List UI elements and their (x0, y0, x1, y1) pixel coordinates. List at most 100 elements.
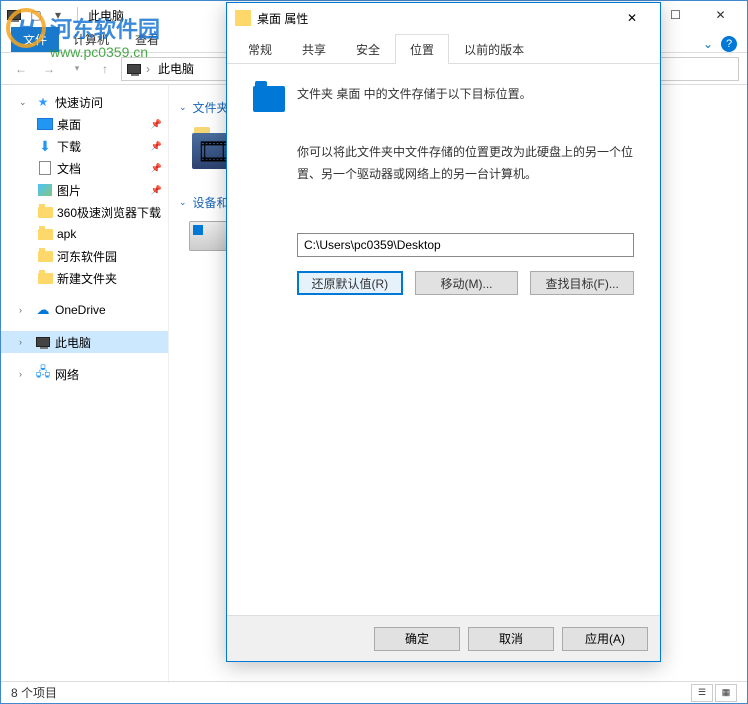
nav-label: 新建文件夹 (57, 270, 117, 287)
nav-back-button[interactable]: ← (9, 57, 33, 81)
dialog-close-button[interactable]: ✕ (612, 4, 652, 32)
find-target-button[interactable]: 查找目标(F)... (530, 271, 634, 295)
tab-general[interactable]: 常规 (233, 34, 287, 64)
nav-label: 网络 (55, 366, 79, 383)
tab-security[interactable]: 安全 (341, 34, 395, 64)
pin-icon: 📌 (151, 141, 162, 152)
tab-location[interactable]: 位置 (395, 34, 449, 64)
cancel-button[interactable]: 取消 (468, 627, 554, 651)
ribbon-file-tab[interactable]: 文件 (11, 27, 59, 52)
location-buttons: 还原默认值(R) 移动(M)... 查找目标(F)... (297, 271, 634, 295)
ribbon-expand-icon[interactable]: ⌄ (703, 37, 713, 51)
nav-label: 此电脑 (55, 334, 91, 351)
status-text: 8 个项目 (11, 684, 57, 701)
nav-item-folder[interactable]: 新建文件夹 (1, 267, 168, 289)
quick-access-toolbar: ▢ ▾ 此电脑 (5, 6, 124, 24)
expand-icon[interactable]: › (19, 305, 31, 315)
restore-default-button[interactable]: 还原默认值(R) (297, 271, 403, 295)
apply-button[interactable]: 应用(A) (562, 627, 648, 651)
folder-icon (37, 270, 53, 286)
picture-icon (37, 182, 53, 198)
breadcrumb-separator-icon: › (146, 62, 150, 76)
nav-up-button[interactable]: ↑ (93, 57, 117, 81)
nav-label: OneDrive (55, 303, 106, 317)
expand-icon[interactable]: ⌄ (19, 97, 31, 108)
move-button[interactable]: 移动(M)... (415, 271, 519, 295)
nav-label: 图片 (57, 182, 81, 199)
tab-previous-versions[interactable]: 以前的版本 (449, 34, 539, 64)
onedrive-icon: ☁ (35, 302, 51, 318)
folder-icon (37, 248, 53, 264)
ribbon-tab-computer[interactable]: 计算机 (61, 27, 121, 52)
section-label: 文件夹 (193, 99, 229, 116)
thumb-drive[interactable] (189, 221, 229, 251)
nav-label: apk (57, 227, 76, 241)
nav-label: 河东软件园 (57, 248, 117, 265)
view-details-button[interactable]: ☰ (691, 684, 713, 702)
desktop-icon (37, 116, 53, 132)
nav-label: 360极速浏览器下载 (57, 204, 161, 221)
nav-onedrive[interactable]: › ☁ OneDrive (1, 299, 168, 321)
nav-item-folder[interactable]: apk (1, 223, 168, 245)
dialog-body: 文件夹 桌面 中的文件存储于以下目标位置。 你可以将此文件夹中文件存储的位置更改… (227, 64, 660, 615)
pc-icon (126, 61, 142, 77)
nav-label: 快速访问 (55, 94, 103, 111)
properties-dialog: 桌面 属性 ✕ 常规 共享 安全 位置 以前的版本 文件夹 桌面 中的文件存储于… (226, 2, 661, 662)
path-input[interactable] (297, 233, 634, 257)
dialog-footer: 确定 取消 应用(A) (227, 615, 660, 661)
pin-icon: 📌 (151, 119, 162, 130)
ribbon-tab-view[interactable]: 查看 (123, 27, 171, 52)
ok-button[interactable]: 确定 (374, 627, 460, 651)
folder-icon (37, 204, 53, 220)
nav-label: 桌面 (57, 116, 81, 133)
dialog-titlebar: 桌面 属性 ✕ (227, 3, 660, 33)
nav-item-documents[interactable]: 文档 📌 (1, 157, 168, 179)
nav-item-folder[interactable]: 河东软件园 (1, 245, 168, 267)
dialog-description: 你可以将此文件夹中文件存储的位置更改为此硬盘上的另一个位置、另一个驱动器或网络上… (297, 142, 634, 185)
properties-icon[interactable]: ▢ (27, 6, 45, 24)
breadcrumb-item[interactable]: 此电脑 (154, 60, 198, 77)
expand-icon[interactable]: › (19, 369, 31, 379)
expand-icon[interactable]: › (19, 337, 31, 347)
desktop-folder-icon (253, 86, 285, 112)
status-bar: 8 个项目 ☰ ▦ (1, 681, 747, 703)
separator (77, 7, 78, 23)
nav-quick-access[interactable]: ⌄ ★ 快速访问 (1, 91, 168, 113)
star-icon: ★ (35, 94, 51, 110)
pin-icon: 📌 (151, 185, 162, 196)
nav-item-desktop[interactable]: 桌面 📌 (1, 113, 168, 135)
dialog-tabs: 常规 共享 安全 位置 以前的版本 (227, 33, 660, 64)
section-label: 设备和 (193, 194, 229, 211)
pin-icon: 📌 (151, 163, 162, 174)
ribbon-right: ⌄ ? (703, 36, 747, 52)
download-icon: ⬇ (37, 138, 53, 154)
dialog-heading: 文件夹 桌面 中的文件存储于以下目标位置。 (297, 84, 532, 106)
view-switcher: ☰ ▦ (691, 684, 737, 702)
dialog-title: 桌面 属性 (257, 10, 308, 27)
close-button[interactable]: ✕ (698, 1, 743, 29)
nav-network[interactable]: › 🖧网络 (1, 363, 168, 385)
collapse-icon[interactable]: ⌄ (179, 102, 187, 113)
nav-thispc[interactable]: › 此电脑 (1, 331, 168, 353)
folder-icon (235, 10, 251, 26)
nav-label: 文档 (57, 160, 81, 177)
view-icons-button[interactable]: ▦ (715, 684, 737, 702)
navigation-pane: ⌄ ★ 快速访问 桌面 📌 ⬇下载 📌 文档 📌 图片 📌 360极速浏览器下载 apk… (1, 85, 169, 683)
collapse-icon[interactable]: ⌄ (179, 197, 187, 208)
tab-sharing[interactable]: 共享 (287, 34, 341, 64)
pc-icon (35, 334, 51, 350)
network-icon: 🖧 (35, 366, 51, 382)
new-folder-icon[interactable]: ▾ (49, 6, 67, 24)
drive-icon (189, 221, 229, 251)
help-icon[interactable]: ? (721, 36, 737, 52)
document-icon (37, 160, 53, 176)
nav-recent-button[interactable]: ▾ (65, 57, 89, 81)
nav-label: 下载 (57, 138, 81, 155)
system-menu-icon[interactable] (5, 6, 23, 24)
folder-icon (37, 226, 53, 242)
nav-item-downloads[interactable]: ⬇下载 📌 (1, 135, 168, 157)
window-title: 此电脑 (88, 7, 124, 24)
nav-item-pictures[interactable]: 图片 📌 (1, 179, 168, 201)
nav-item-folder[interactable]: 360极速浏览器下载 (1, 201, 168, 223)
nav-forward-button[interactable]: → (37, 57, 61, 81)
